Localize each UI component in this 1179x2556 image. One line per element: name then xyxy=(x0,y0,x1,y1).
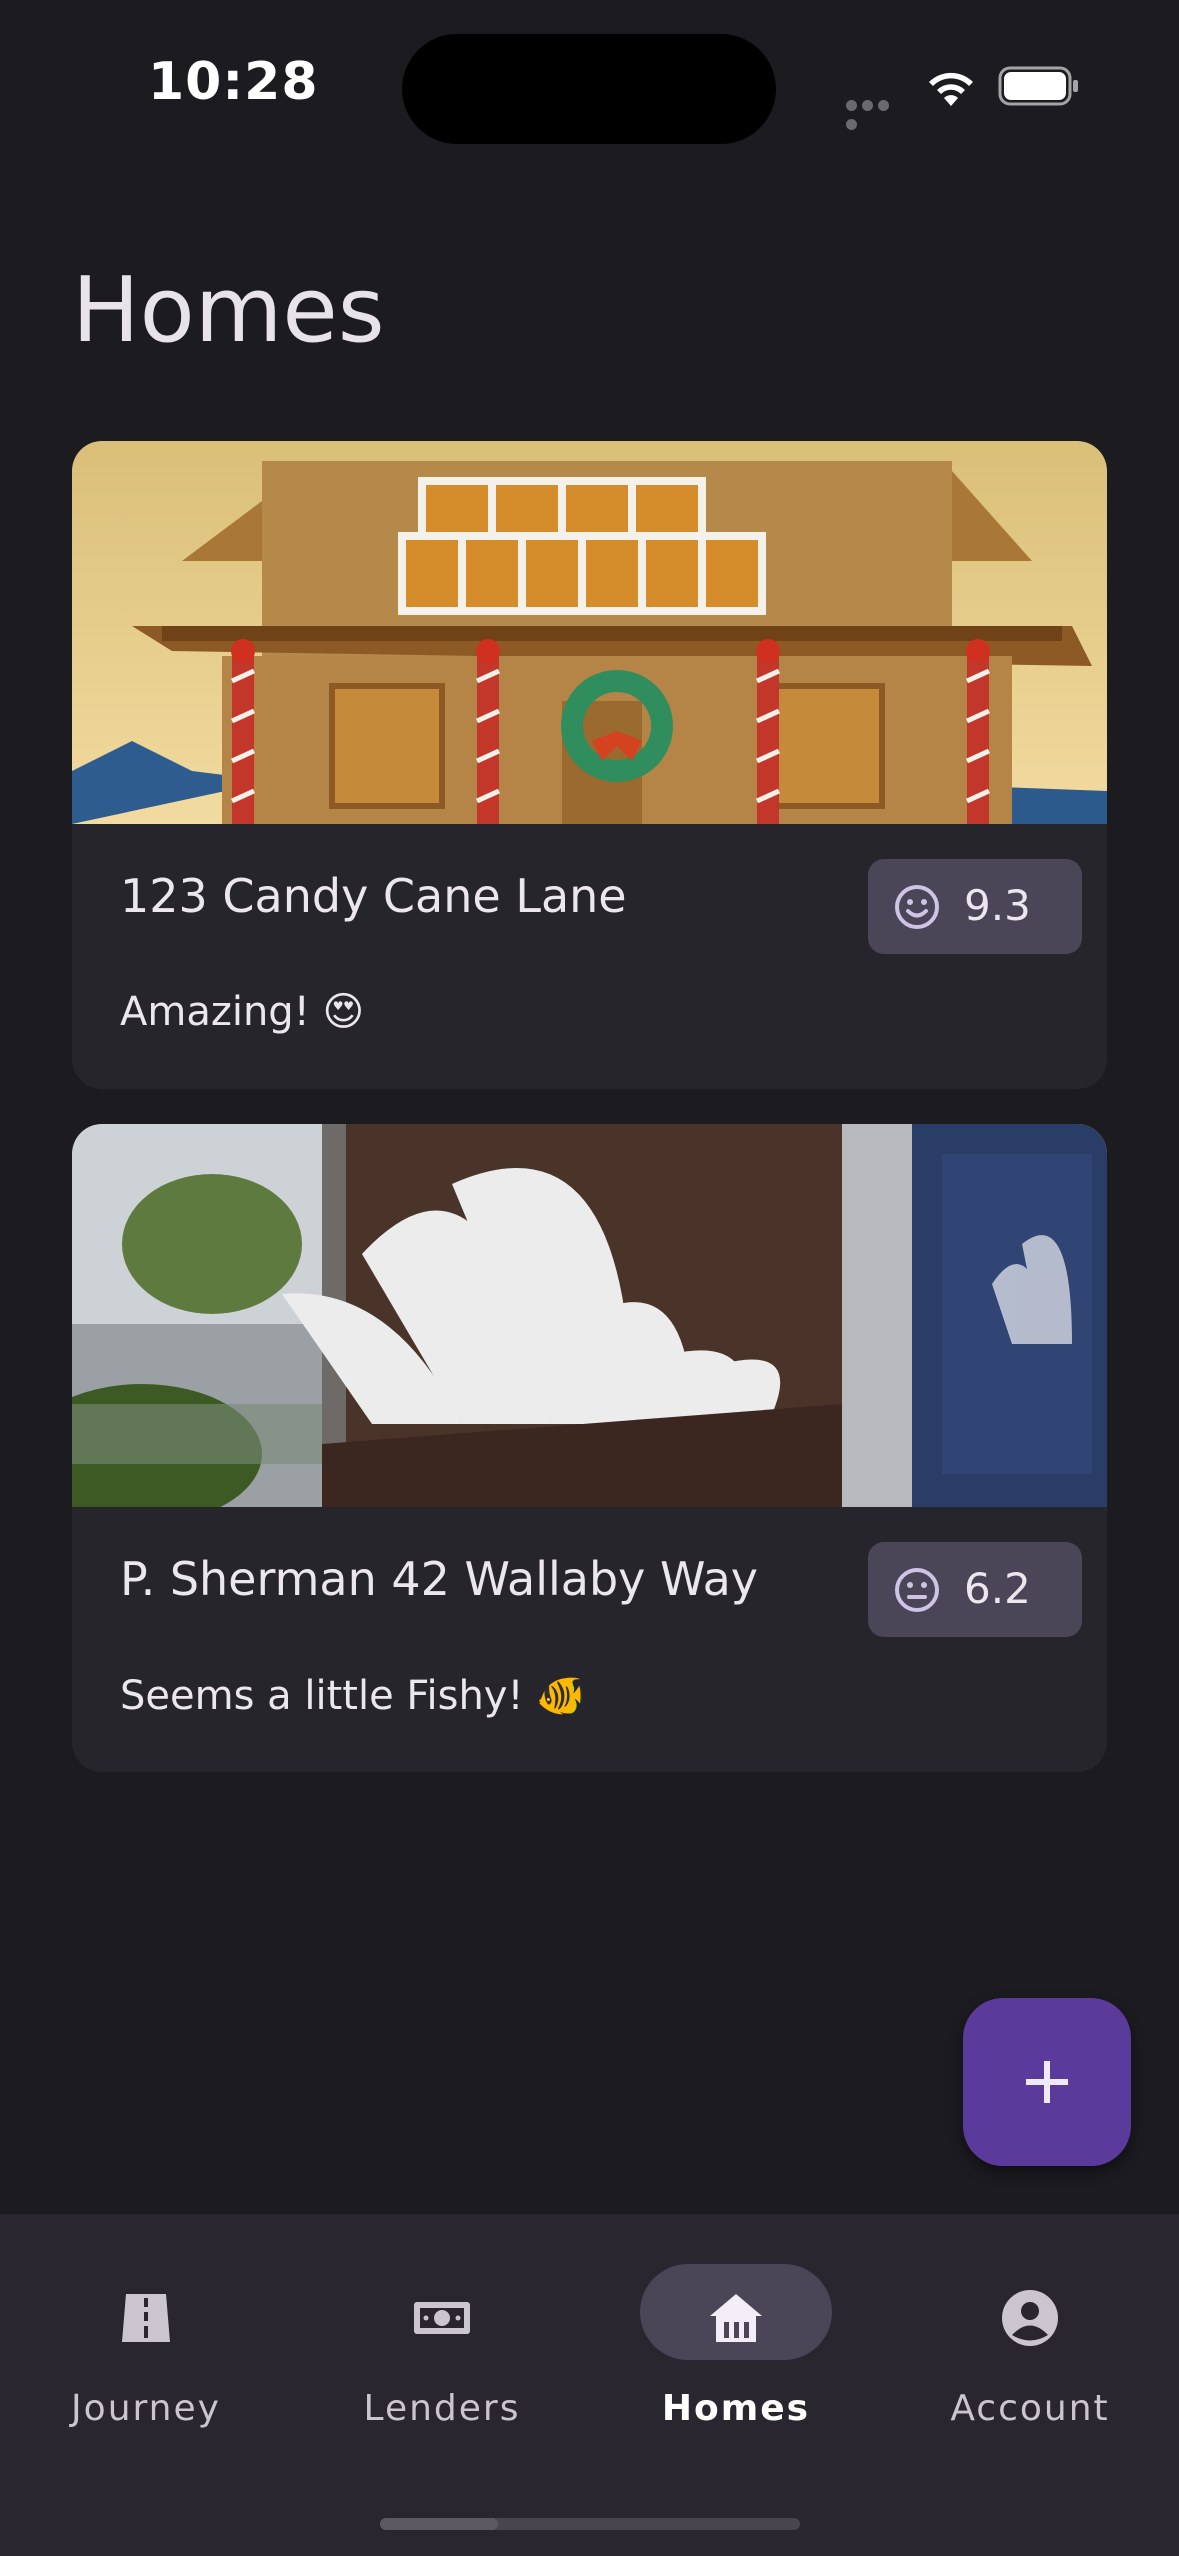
smiley-icon xyxy=(895,885,939,929)
score-chip[interactable]: 6.2 xyxy=(868,1542,1082,1637)
home-indicator[interactable] xyxy=(380,2518,800,2530)
home-description: Seems a little Fishy! 🐠 xyxy=(120,1673,587,1719)
nav-label-journey: Journey xyxy=(71,2388,221,2429)
status-time: 10:28 xyxy=(148,52,319,112)
score-value: 9.3 xyxy=(964,881,1031,930)
dynamic-island xyxy=(402,34,776,144)
road-icon xyxy=(122,2294,170,2342)
home-description: Amazing! 😍 xyxy=(120,989,365,1035)
neutral-face-icon xyxy=(895,1568,939,1612)
page-title: Homes xyxy=(72,258,385,363)
homes-screen: 10:28 Homes 123 Candy Cane Lane 9.3 Amaz… xyxy=(0,0,1179,2556)
nav-label-homes: Homes xyxy=(661,2388,811,2429)
bottom-navigation-bar: Journey Lenders Homes Account xyxy=(0,2214,1179,2556)
nav-item-lenders[interactable]: Lenders xyxy=(302,2250,582,2440)
account-circle-icon xyxy=(1002,2290,1058,2346)
home-card[interactable]: 123 Candy Cane Lane 9.3 Amazing! 😍 xyxy=(72,441,1107,1089)
cash-icon xyxy=(414,2302,470,2334)
plus-icon xyxy=(1026,2061,1068,2103)
nav-item-journey[interactable]: Journey xyxy=(6,2250,286,2440)
add-home-button[interactable] xyxy=(963,1998,1131,2166)
home-address: P. Sherman 42 Wallaby Way xyxy=(120,1552,758,1606)
house-icon xyxy=(710,2294,762,2342)
nav-item-account[interactable]: Account xyxy=(890,2250,1170,2440)
home-photo xyxy=(72,441,1107,824)
battery-icon xyxy=(998,66,1078,106)
nav-item-homes[interactable]: Homes xyxy=(596,2250,876,2440)
nav-label-account: Account xyxy=(950,2388,1110,2429)
score-chip[interactable]: 9.3 xyxy=(868,859,1082,954)
home-card[interactable]: P. Sherman 42 Wallaby Way 6.2 Seems a li… xyxy=(72,1124,1107,1772)
cellular-signal-icon xyxy=(846,96,906,130)
score-value: 6.2 xyxy=(964,1564,1031,1613)
wifi-icon xyxy=(929,72,973,106)
nav-label-lenders: Lenders xyxy=(363,2388,521,2429)
home-photo xyxy=(72,1124,1107,1507)
home-address: 123 Candy Cane Lane xyxy=(120,869,627,923)
